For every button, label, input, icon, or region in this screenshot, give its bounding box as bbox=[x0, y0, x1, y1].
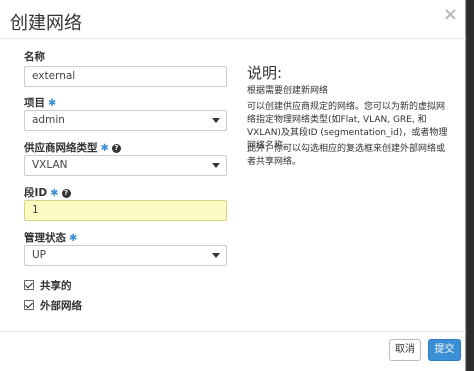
dialog-header: 创建网络 × bbox=[0, 0, 466, 39]
segment-id-label: 段ID ✱? bbox=[24, 185, 71, 200]
required-asterisk-icon: ✱ bbox=[69, 233, 78, 244]
background-overlay bbox=[467, 0, 474, 371]
segment-id-input-value: 1 bbox=[32, 204, 39, 216]
project-label: 项目 ✱ bbox=[24, 95, 56, 110]
provider-network-type-label-text: 供应商网络类型 bbox=[24, 142, 98, 154]
project-select[interactable]: admin bbox=[24, 110, 227, 131]
segment-id-label-text: 段ID bbox=[24, 187, 48, 199]
name-input[interactable]: external bbox=[24, 66, 227, 87]
required-asterisk-icon: ✱ bbox=[48, 98, 57, 109]
footer-divider bbox=[0, 331, 466, 332]
external-network-checkbox[interactable] bbox=[24, 300, 34, 310]
chevron-down-icon bbox=[212, 118, 220, 123]
shared-checkbox-label: 共享的 bbox=[40, 280, 72, 292]
help-icon[interactable]: ? bbox=[61, 189, 71, 198]
create-network-dialog: 创建网络 × 名称 external 项目 ✱ admin 供应商网络类型 ✱? V… bbox=[0, 0, 466, 371]
dialog-title: 创建网络 bbox=[10, 13, 82, 34]
chevron-down-icon bbox=[212, 253, 220, 258]
shared-checkbox[interactable] bbox=[24, 280, 34, 290]
name-label: 名称 bbox=[24, 49, 45, 64]
project-label-text: 项目 bbox=[24, 97, 45, 109]
description-line1: 根据需要创建新网络 bbox=[247, 86, 329, 96]
help-icon[interactable]: ? bbox=[111, 144, 121, 153]
project-select-value: admin bbox=[32, 114, 65, 126]
submit-button[interactable]: 提交 bbox=[428, 339, 461, 361]
admin-state-select-value: UP bbox=[32, 249, 47, 261]
required-asterisk-icon: ✱ bbox=[50, 188, 59, 199]
shared-checkbox-row[interactable]: 共享的 bbox=[24, 278, 72, 293]
segment-id-input[interactable]: 1 bbox=[24, 200, 227, 221]
name-input-value: external bbox=[32, 70, 76, 82]
admin-state-select[interactable]: UP bbox=[24, 245, 227, 266]
description-title: 说明: bbox=[247, 64, 283, 82]
admin-state-label: 管理状态 ✱ bbox=[24, 230, 77, 245]
admin-state-label-text: 管理状态 bbox=[24, 232, 66, 244]
provider-network-type-label: 供应商网络类型 ✱? bbox=[24, 140, 121, 155]
close-icon[interactable]: × bbox=[443, 4, 458, 25]
cancel-button[interactable]: 取消 bbox=[389, 339, 421, 361]
required-asterisk-icon: ✱ bbox=[100, 143, 109, 154]
provider-network-type-select[interactable]: VXLAN bbox=[24, 155, 227, 176]
chevron-down-icon bbox=[212, 163, 220, 168]
provider-network-type-select-value: VXLAN bbox=[32, 159, 68, 171]
external-network-checkbox-label: 外部网络 bbox=[40, 300, 82, 312]
external-network-checkbox-row[interactable]: 外部网络 bbox=[24, 298, 82, 313]
description-para3: 此外，你可以勾选相应的复选框来创建外部网络或者共享网络。 bbox=[247, 144, 446, 167]
name-label-text: 名称 bbox=[24, 51, 45, 63]
